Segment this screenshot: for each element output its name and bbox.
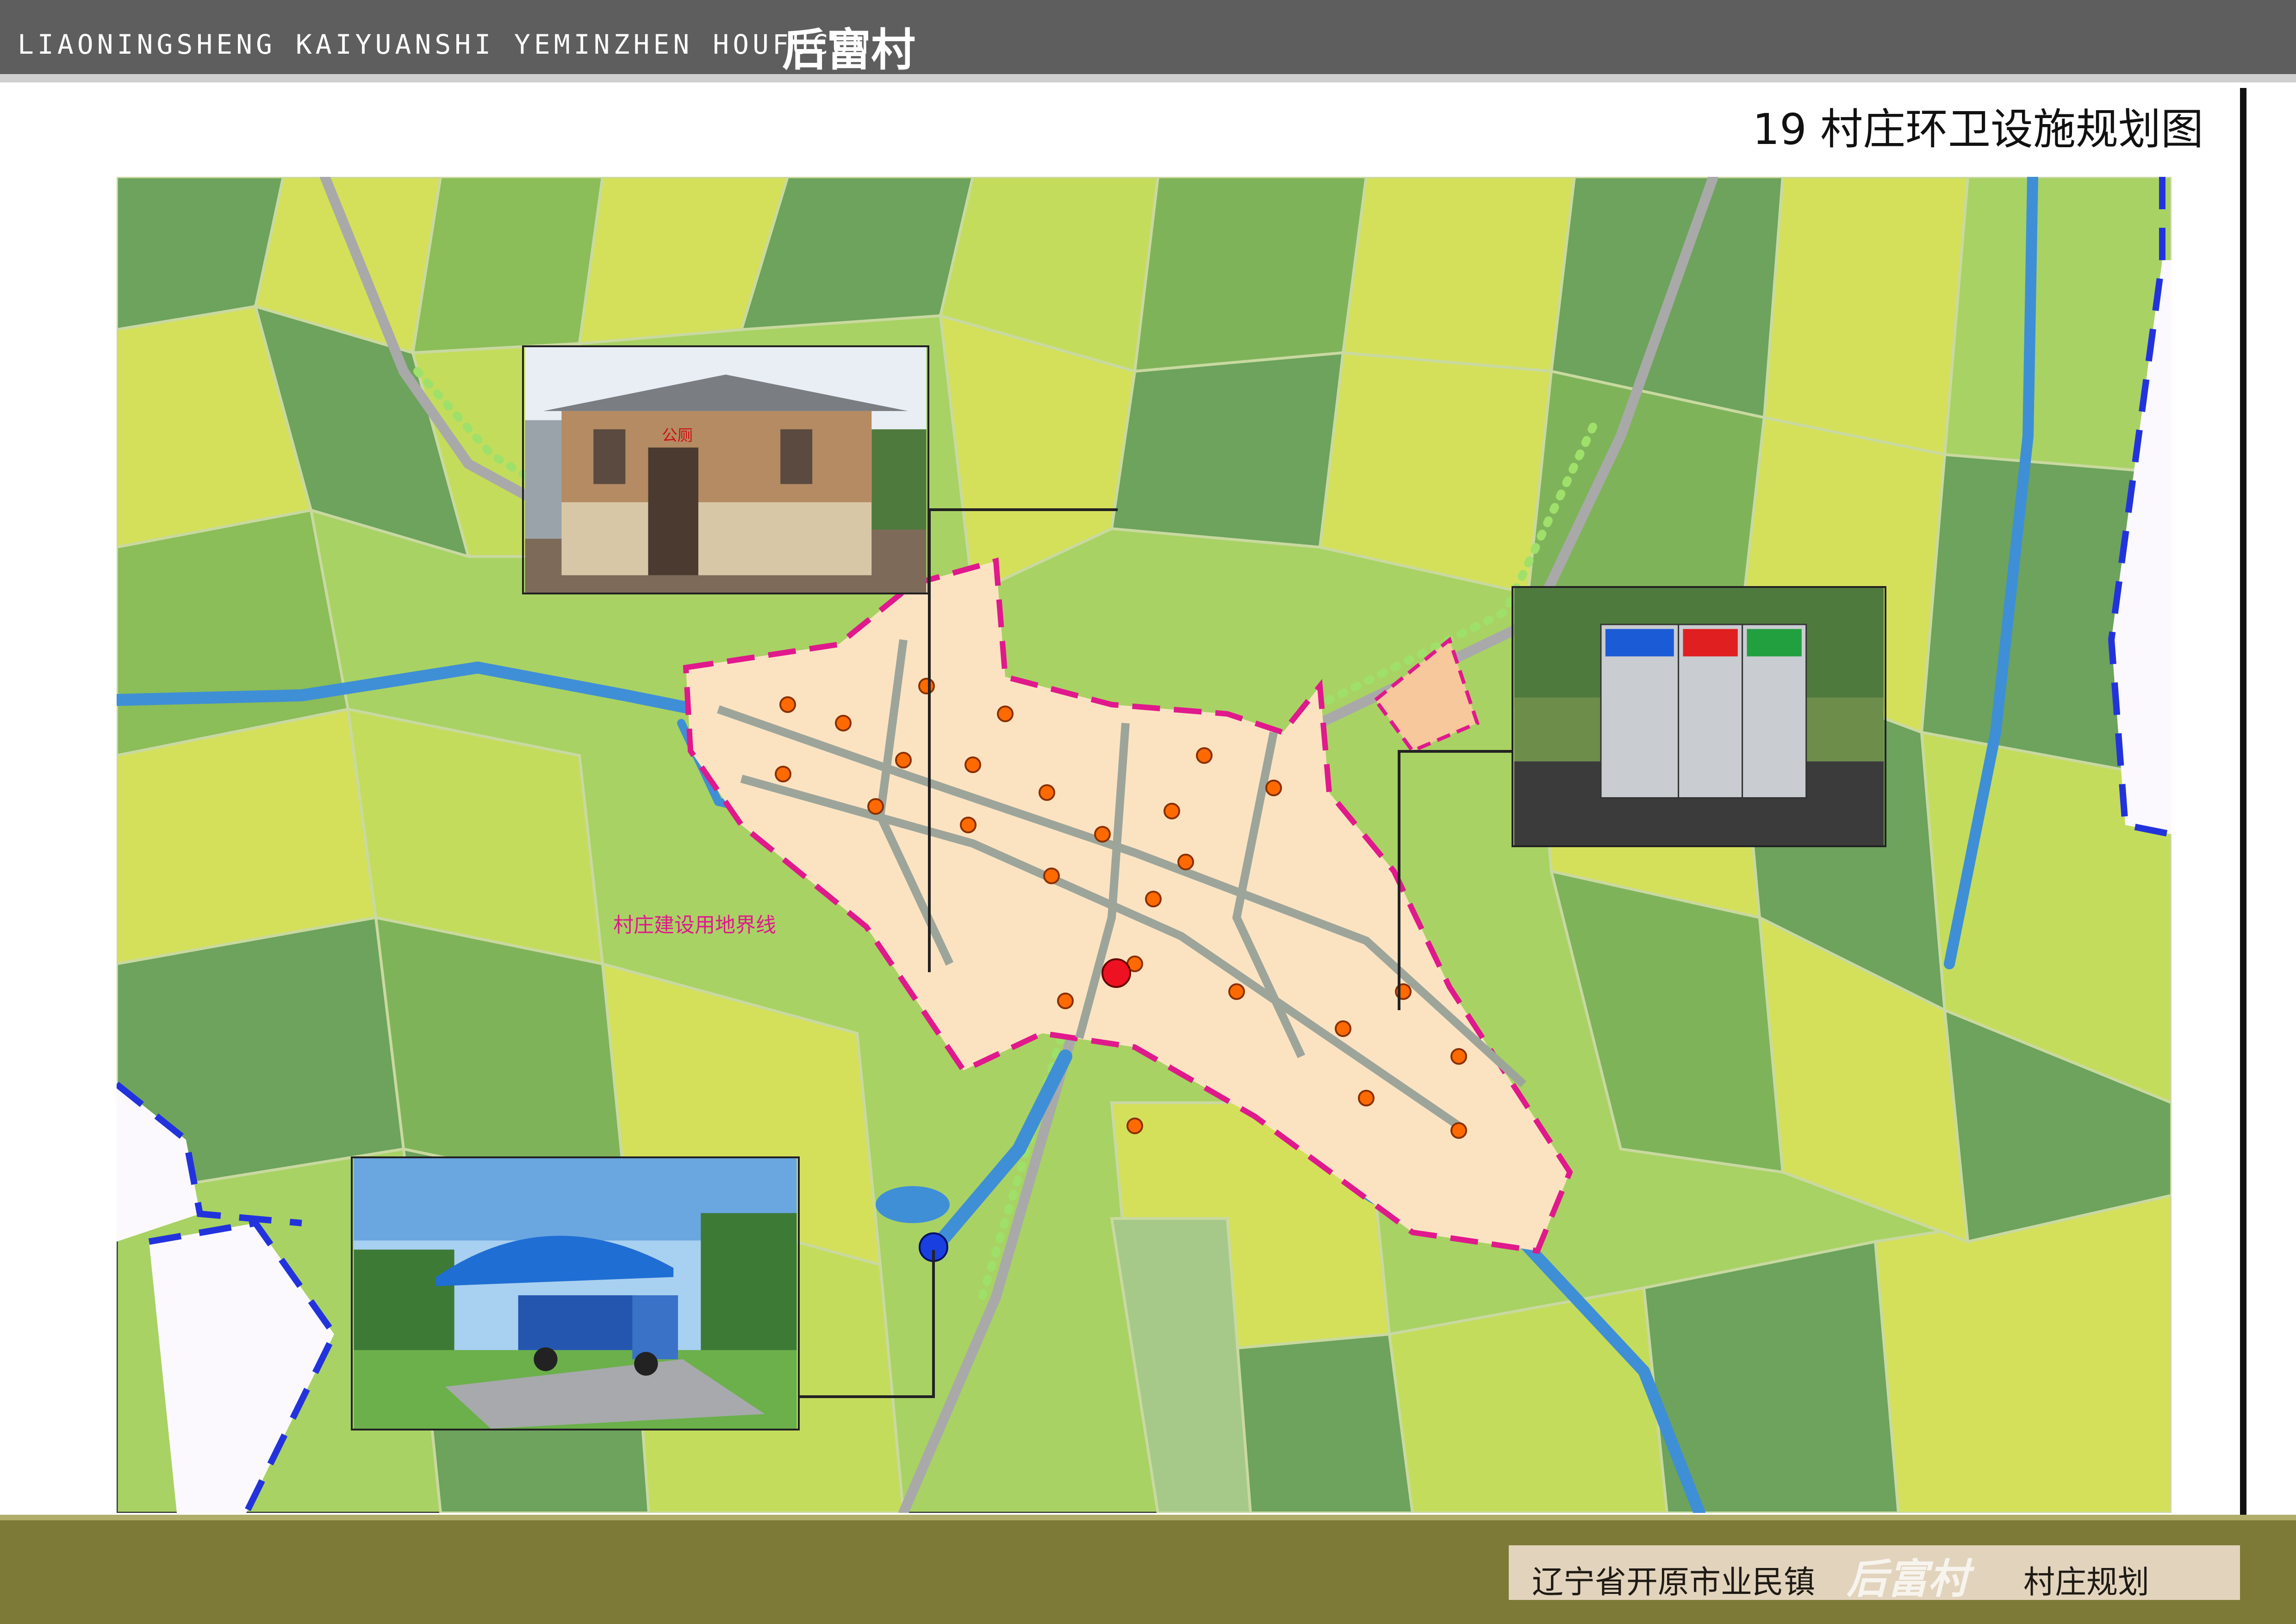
public-toilet-marker	[1101, 958, 1131, 988]
header-title-en: LIAONINGSHENG KAIYUANSHI YEMINZHEN HOUFU…	[18, 29, 872, 60]
waste-bin-marker	[1450, 1122, 1467, 1139]
waste-bin-marker	[1043, 868, 1060, 884]
waste-bin-marker	[1265, 780, 1282, 796]
transfer-station-photo	[351, 1156, 800, 1430]
right-margin-rule	[2240, 88, 2246, 1532]
field-parcel	[1943, 177, 2172, 475]
waste-bin-marker	[1358, 1090, 1375, 1106]
field-parcel	[1110, 351, 1345, 549]
waste-bin-marker	[1196, 747, 1213, 764]
leader-line-transfer	[932, 1250, 935, 1398]
waste-bin-marker	[1094, 826, 1111, 843]
field-parcel	[1873, 1193, 2172, 1513]
footer-suffix: 村庄规划	[2023, 1564, 2150, 1601]
boundary-label: 村庄建设用地界线	[613, 913, 776, 937]
waste-bin-marker	[1145, 891, 1162, 907]
waste-bin-marker	[1057, 993, 1074, 1009]
waste-bin-marker	[835, 715, 852, 731]
waste-bin-marker	[895, 752, 912, 768]
waste-bin-marker	[997, 706, 1014, 722]
field-parcel	[1341, 177, 1576, 373]
waste-bin-marker	[964, 756, 981, 773]
waste-bin-marker	[1126, 1118, 1143, 1134]
waste-bin-marker	[779, 696, 796, 713]
waste-bin-marker	[1228, 983, 1245, 1000]
leader-line-bins	[1398, 751, 1400, 1010]
waste-bin-marker	[1164, 803, 1180, 819]
waste-bin-marker	[960, 817, 977, 833]
footer-top-line	[0, 1515, 2296, 1520]
field-parcel	[1133, 177, 1368, 373]
footer-location: 辽宁省开原市业民镇	[1532, 1564, 1816, 1601]
waste-bin-marker	[1450, 1048, 1467, 1065]
toilet-sign: 公厕	[662, 426, 693, 444]
footer-village-name: 后富村	[1847, 1555, 1969, 1603]
waste-bins-photo	[1512, 586, 1886, 847]
field-parcel	[1762, 177, 1970, 456]
leader-line-bins	[1398, 750, 1513, 753]
header-underline	[0, 74, 2296, 82]
leader-line-transfer	[798, 1395, 935, 1398]
waste-bin-marker	[1335, 1020, 1351, 1037]
leader-line-toilet	[928, 508, 1118, 511]
header-title-cn: 后富村	[782, 24, 915, 76]
waste-bin-marker	[867, 798, 884, 815]
pond	[876, 1186, 950, 1223]
waste-bin-marker	[775, 766, 791, 782]
public-toilet-photo: 公厕	[522, 345, 929, 594]
waste-bin-marker	[918, 678, 935, 694]
waste-bin-marker	[1039, 784, 1055, 801]
waste-bin-marker	[1177, 854, 1194, 870]
field-parcel	[411, 177, 604, 355]
sheet-title: 19 村庄环卫设施规划图	[1752, 105, 2203, 154]
